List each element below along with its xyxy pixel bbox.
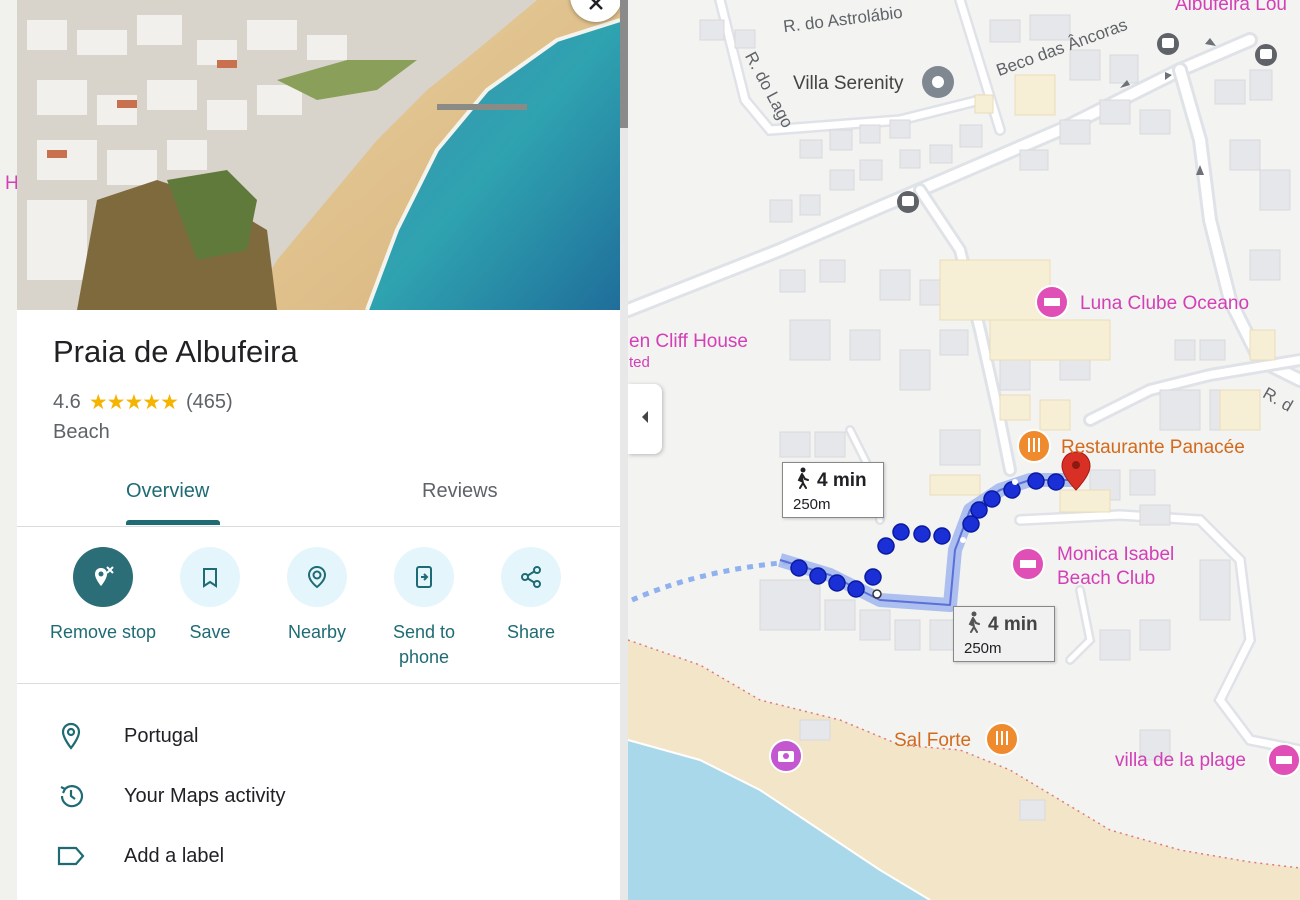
attraction-icon xyxy=(769,739,803,773)
place-label-panacee[interactable]: Restaurante Panacée xyxy=(1061,437,1245,459)
share-icon xyxy=(501,547,561,607)
place-label-cliff-house[interactable]: en Cliff House xyxy=(629,331,748,353)
info-location-text: Portugal xyxy=(124,724,199,747)
place-label-villa-serenity[interactable]: Villa Serenity xyxy=(793,73,904,95)
hotel-icon xyxy=(1267,743,1300,777)
nearby-icon xyxy=(287,547,347,607)
send-to-phone-icon xyxy=(394,547,454,607)
rating-stars-icon: ★★★★★ xyxy=(88,391,179,414)
route-time: 4 min xyxy=(817,470,867,491)
place-category[interactable]: Beach xyxy=(53,421,110,444)
send-to-phone-button[interactable]: Send to phone xyxy=(369,547,479,670)
hotel-icon xyxy=(1011,547,1045,581)
save-label: Save xyxy=(189,622,231,642)
rating-value: 4.6 xyxy=(53,391,81,413)
info-add-label-text: Add a label xyxy=(124,844,225,867)
nearby-label: Nearby xyxy=(287,622,347,642)
label-icon xyxy=(55,840,87,872)
send-to-phone-label: Send to phone xyxy=(392,622,456,667)
rating-row[interactable]: 4.6 ★★★★★ (465) xyxy=(53,390,233,415)
remove-stop-label: Remove stop xyxy=(49,622,157,642)
location-pin-icon xyxy=(55,720,87,752)
place-label-sal-forte[interactable]: Sal Forte xyxy=(894,730,971,752)
chevron-left-icon xyxy=(640,410,650,429)
remove-stop-icon xyxy=(73,547,133,607)
hotel-icon xyxy=(1035,285,1069,319)
place-label-luna[interactable]: Luna Clube Oceano xyxy=(1080,293,1249,315)
bookmark-icon xyxy=(180,547,240,607)
panel-scrollbar-thumb[interactable] xyxy=(620,0,628,128)
info-row-location[interactable]: Portugal xyxy=(17,710,620,762)
place-label-monica-1[interactable]: Monica Isabel xyxy=(1057,544,1174,566)
bus-stop-icon xyxy=(897,191,919,213)
share-button[interactable]: Share xyxy=(476,547,586,645)
route-distance: 250m xyxy=(793,496,831,513)
tab-overview[interactable]: Overview xyxy=(126,480,209,503)
restaurant-icon xyxy=(985,722,1019,756)
tab-bar: Overview Reviews xyxy=(17,460,620,527)
remove-stop-button[interactable]: Remove stop xyxy=(48,547,158,645)
map-left-edge xyxy=(0,0,17,900)
info-maps-activity-text: Your Maps activity xyxy=(124,784,286,807)
route-distance: 250m xyxy=(964,640,1002,657)
place-title: Praia de Albufeira xyxy=(53,334,298,369)
panel-scrollbar-track[interactable] xyxy=(620,0,628,900)
bus-stop-icon xyxy=(1157,33,1179,55)
walking-icon xyxy=(964,611,982,639)
close-icon xyxy=(588,0,604,16)
place-label-cliff-house-sub: ted xyxy=(629,354,650,371)
restaurant-icon xyxy=(1017,429,1051,463)
place-label-villa-plage[interactable]: villa de la plage xyxy=(1115,750,1246,772)
save-button[interactable]: Save xyxy=(155,547,265,645)
place-hero-image[interactable] xyxy=(17,0,620,310)
action-row: Remove stop Save Nearby Send to phone Sh… xyxy=(17,545,620,684)
bus-stop-icon xyxy=(1255,44,1277,66)
info-row-maps-activity[interactable]: Your Maps activity xyxy=(17,770,620,822)
tab-active-indicator xyxy=(126,520,220,525)
history-icon xyxy=(55,780,87,812)
nearby-button[interactable]: Nearby xyxy=(262,547,372,645)
place-panel: Praia de Albufeira 4.6 ★★★★★ (465) Beach… xyxy=(17,0,620,900)
share-label: Share xyxy=(506,622,556,642)
place-label-albufeira: Albufeira Lou xyxy=(1175,0,1287,15)
route-callout-1[interactable]: 4 min 250m xyxy=(782,462,884,518)
review-count[interactable]: (465) xyxy=(186,391,233,414)
route-callout-2[interactable]: 4 min 250m xyxy=(953,606,1055,662)
collapse-panel-button[interactable] xyxy=(628,384,662,454)
place-label-monica-2[interactable]: Beach Club xyxy=(1057,568,1155,590)
info-row-add-label[interactable]: Add a label xyxy=(17,830,620,882)
villa-serenity-pin-icon xyxy=(922,66,954,98)
walking-icon xyxy=(793,467,811,495)
route-time: 4 min xyxy=(988,614,1038,635)
tab-reviews[interactable]: Reviews xyxy=(422,480,498,503)
